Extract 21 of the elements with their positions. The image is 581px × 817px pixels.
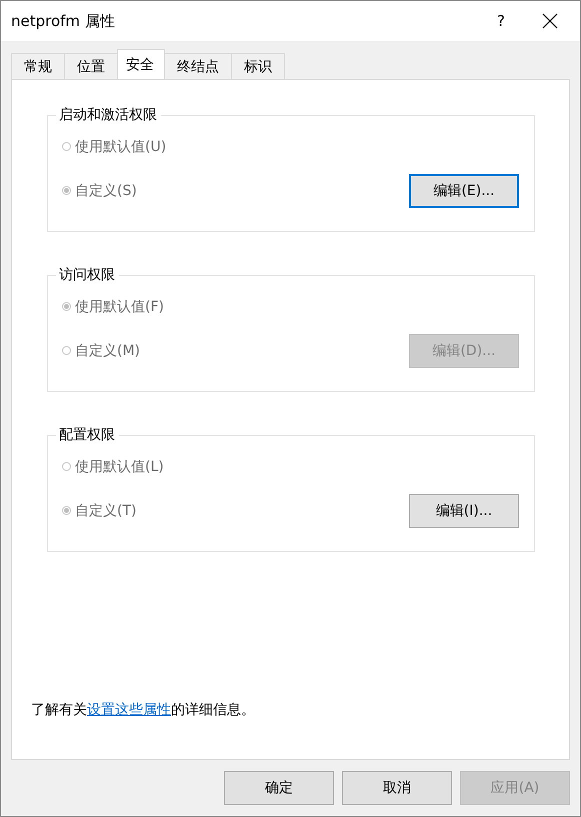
- help-button[interactable]: ?: [488, 12, 514, 30]
- radio-label: 使用默认值(F): [75, 298, 164, 316]
- window-title: netprofm 属性: [11, 12, 116, 30]
- group-title: 配置权限: [58, 426, 116, 444]
- radio-label: 自定义(S): [75, 182, 137, 200]
- edit-button[interactable]: 编辑(I)...: [409, 494, 519, 528]
- tab[interactable]: 安全: [117, 49, 165, 79]
- radio-label: 自定义(M): [75, 342, 140, 360]
- settings-link[interactable]: 设置这些属性: [87, 702, 171, 718]
- close-icon[interactable]: [542, 13, 558, 29]
- radio-label: 使用默认值(L): [75, 458, 164, 476]
- radio-label: 自定义(T): [75, 502, 136, 520]
- group-title: 访问权限: [58, 266, 116, 284]
- edit-button[interactable]: 编辑(E)...: [409, 174, 519, 208]
- dialog-button[interactable]: 取消: [342, 771, 452, 805]
- info-text: 了解有关设置这些属性的详细信息。: [31, 701, 256, 719]
- tab[interactable]: 标识: [231, 53, 285, 79]
- group-title: 启动和激活权限: [58, 106, 158, 124]
- tab[interactable]: 常规: [11, 53, 65, 79]
- dialog-button[interactable]: 确定: [224, 771, 334, 805]
- radio-label: 使用默认值(U): [75, 138, 166, 156]
